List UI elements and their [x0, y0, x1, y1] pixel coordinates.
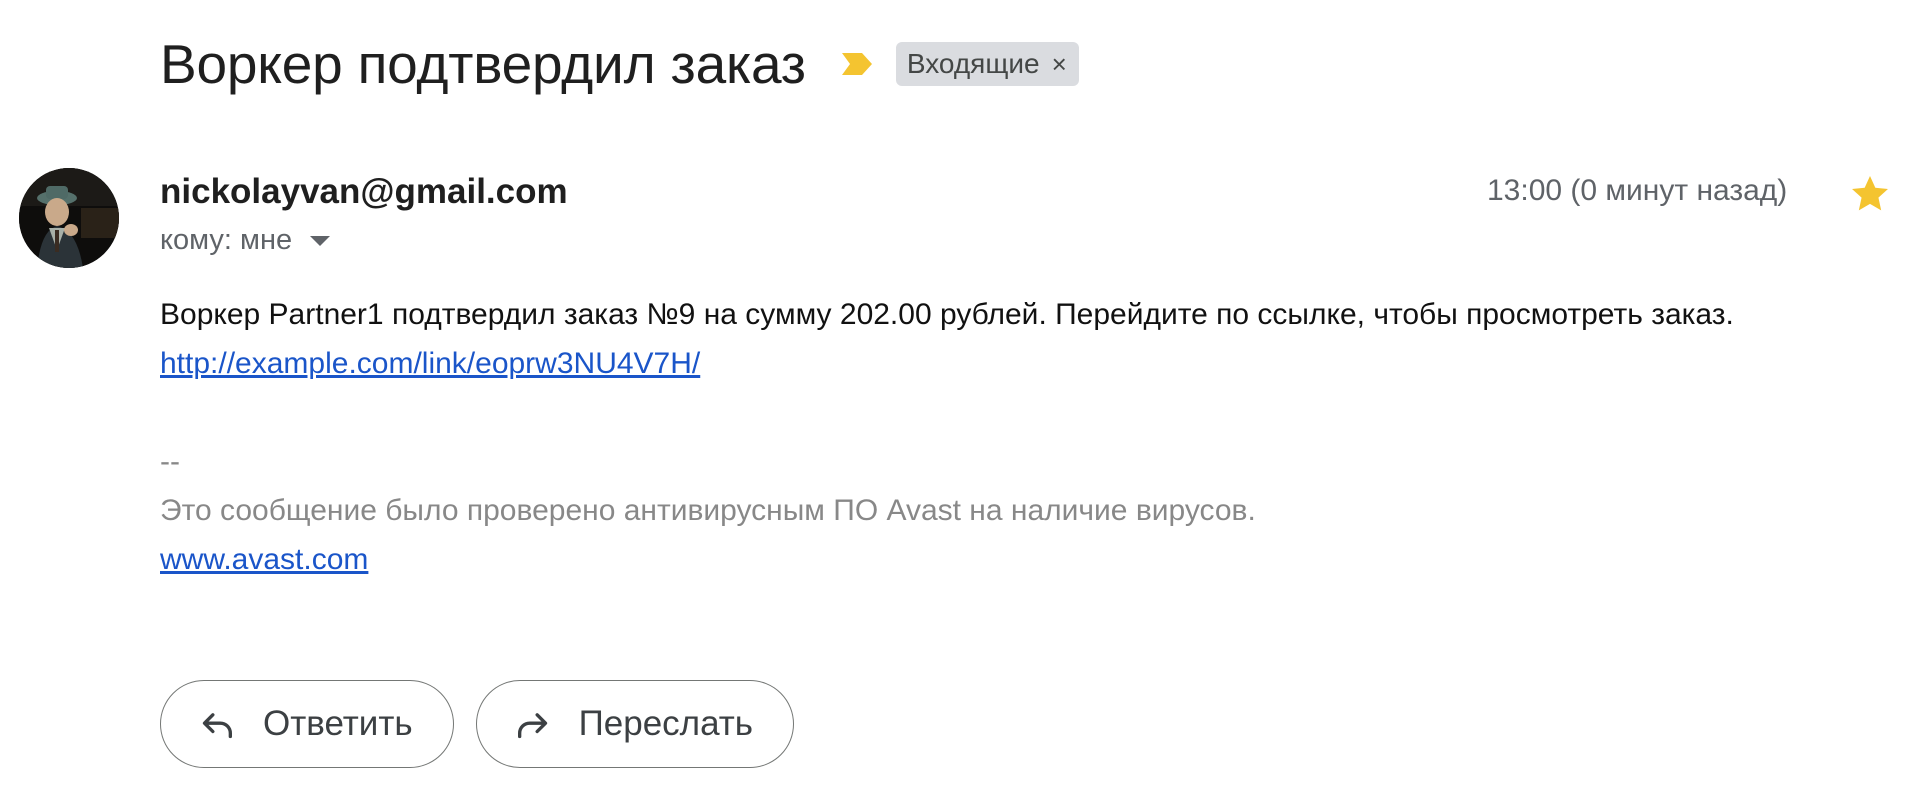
sender-email[interactable]: nickolayvan@gmail.com	[160, 172, 568, 212]
avast-link[interactable]: www.avast.com	[160, 543, 368, 576]
signature-separator: --	[160, 445, 180, 478]
subject-row: Воркер подтвердил заказ Входящие ×	[160, 30, 1079, 98]
reply-icon	[202, 713, 232, 739]
label-chip-inbox[interactable]: Входящие ×	[895, 42, 1079, 86]
label-chip-text: Входящие	[906, 48, 1040, 79]
recipient-details[interactable]: кому: мне	[160, 224, 331, 257]
signature-text: Это сообщение было проверено антивирусны…	[160, 494, 1256, 527]
star-icon[interactable]	[1848, 172, 1892, 216]
forward-label: Переслать	[578, 704, 754, 743]
reply-label: Ответить	[263, 704, 413, 743]
reply-button[interactable]: Ответить	[160, 680, 454, 768]
recipient-text: кому: мне	[160, 224, 293, 256]
forward-icon	[517, 713, 547, 739]
email-view: Воркер подтвердил заказ Входящие × nicko…	[0, 0, 1919, 810]
order-link[interactable]: http://example.com/link/eoprw3NU4V7H/	[160, 347, 700, 380]
forward-button[interactable]: Переслать	[475, 680, 795, 768]
caret-down-icon[interactable]	[310, 235, 331, 246]
email-body: Воркер Partner1 подтвердил заказ №9 на с…	[160, 290, 1734, 584]
message-actions: Ответить Переслать	[160, 680, 795, 768]
email-subject: Воркер подтвердил заказ	[160, 32, 806, 95]
sender-avatar[interactable]	[19, 168, 119, 268]
email-timestamp: 13:00 (0 минут назад)	[1487, 174, 1788, 207]
body-text: Воркер Partner1 подтвердил заказ №9 на с…	[160, 298, 1734, 331]
importance-marker-icon[interactable]	[840, 51, 874, 77]
chip-remove-icon[interactable]: ×	[1052, 51, 1067, 77]
